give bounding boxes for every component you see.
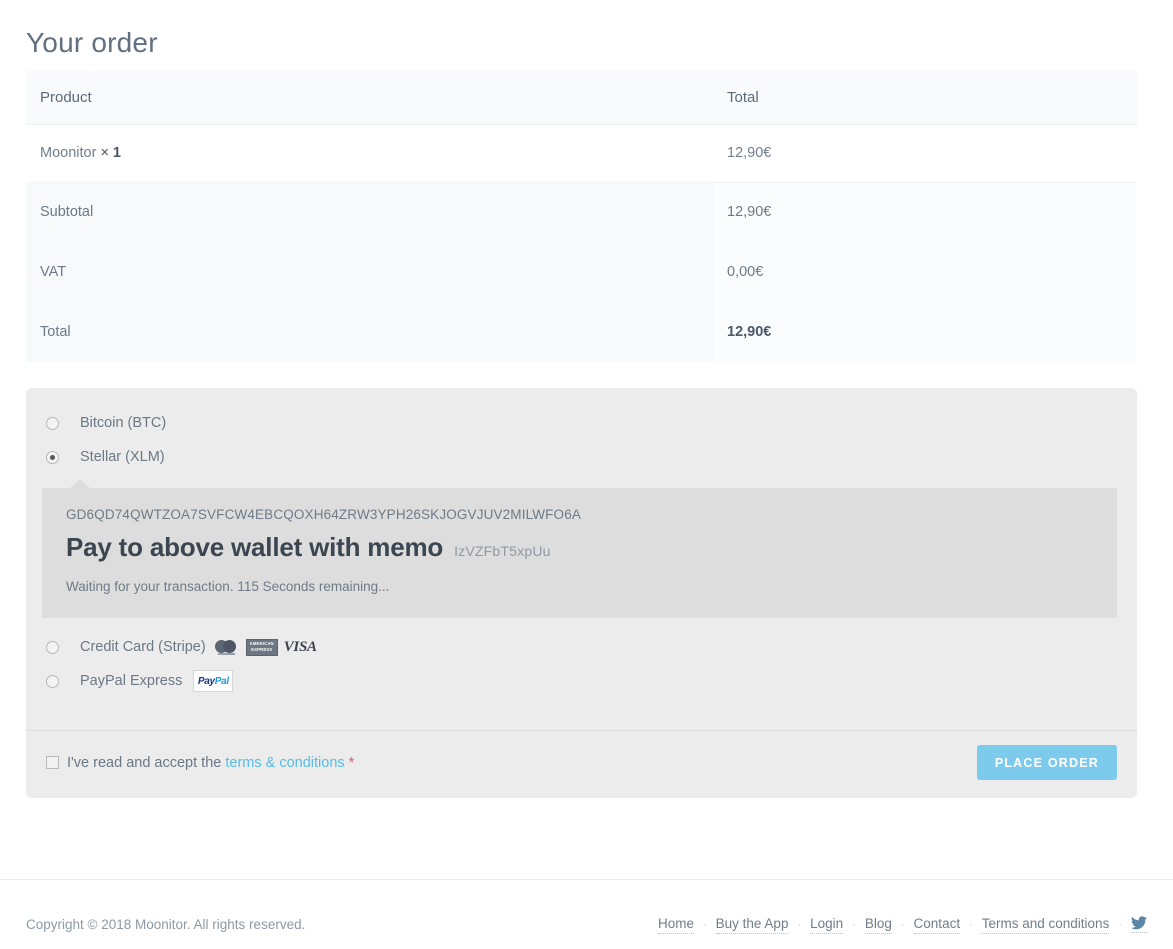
payment-methods-list-secondary: Credit Card (Stripe) AMERICAN EXPRESS VI… [26,618,1137,712]
order-table-header-row: Product Total [26,71,1137,125]
page-title: Your order [26,26,158,58]
checkout-page: Your order Product Total Moonitor × 1 12,… [0,0,1173,949]
subtotal-value: 12,90€ [713,182,1137,242]
table-row-subtotal: Subtotal 12,90€ [26,182,1137,242]
footer-separator: · [1118,918,1122,931]
payment-method-label-credit-card: Credit Card (Stripe) [80,639,206,655]
footer-separator: · [969,918,973,931]
payment-method-label-bitcoin: Bitcoin (BTC) [80,415,167,431]
table-row-total: Total 12,90€ [26,302,1137,362]
amex-icon: AMERICAN EXPRESS [245,638,278,656]
footer-links: Home · Buy the App · Login · Blog · Cont… [657,916,1147,934]
column-header-total: Total [713,71,1137,125]
footer-link-terms-and-conditions[interactable]: Terms and conditions [981,916,1110,934]
table-row-vat: VAT 0,00€ [26,242,1137,302]
payment-methods-list: Bitcoin (BTC) Stellar (XLM) [26,388,1137,474]
terms-prefix: I've read and accept the [67,755,222,771]
terms-acceptance-group[interactable]: I've read and accept the terms & conditi… [46,754,354,771]
footer-separator: · [852,918,856,931]
twitter-icon[interactable] [1131,916,1147,933]
amex-line-2: EXPRESS [251,646,273,652]
radio-paypal-icon[interactable] [46,674,59,688]
paypal-icon: Pay Pal [193,670,234,692]
total-label: Total [26,302,713,362]
payment-method-label-paypal: PayPal Express [80,673,183,689]
footer-link-blog[interactable]: Blog [864,916,892,934]
vat-value: 0,00€ [713,242,1137,302]
terms-conditions-link[interactable]: terms & conditions [225,755,344,771]
place-order-button[interactable]: PLACE ORDER [976,745,1117,780]
footer-separator: · [900,918,905,931]
item-name: Moonitor [40,145,97,161]
total-value: 12,90€ [713,302,1137,362]
terms-and-submit-row: I've read and accept the terms & conditi… [26,731,1137,798]
mastercard-icon [214,639,240,655]
pay-instruction-line: Pay to above wallet with memo IzVZFbT5xp… [66,532,1093,563]
payment-method-label-stellar: Stellar (XLM) [80,449,165,465]
footer-link-home[interactable]: Home [657,916,694,934]
item-total-cell: 12,90€ [713,124,1137,183]
footer-link-buy-the-app[interactable]: Buy the App [715,916,789,934]
page-footer: Copyright © 2018 Moonitor. All rights re… [0,900,1173,949]
radio-bitcoin-icon[interactable] [46,416,59,430]
payment-method-paypal[interactable]: PayPal Express Pay Pal [46,664,1117,698]
wallet-address[interactable]: GD6QD74QWTZOA7SVFCW4EBCQOXH64ZRW3YPH26SK… [66,507,1093,522]
stellar-payment-details-panel: GD6QD74QWTZOA7SVFCW4EBCQOXH64ZRW3YPH26SK… [42,479,1117,618]
visa-icon: VISA [283,638,317,655]
terms-text: I've read and accept the terms & conditi… [67,754,354,771]
payment-methods-panel: Bitcoin (BTC) Stellar (XLM) GD6QD74QWTZO… [26,388,1137,798]
footer-divider [0,879,1173,880]
vat-label: VAT [26,242,713,302]
amex-line-1: AMERICAN [249,641,274,646]
subtotal-label: Subtotal [26,182,713,242]
footer-link-contact[interactable]: Contact [913,916,961,934]
column-header-product: Product [26,71,713,125]
order-table-body: Moonitor × 1 12,90€ Subtotal 12,90€ VAT 0… [26,124,1137,362]
payment-method-stellar[interactable]: Stellar (XLM) [46,440,1117,474]
footer-separator: · [702,918,707,931]
table-row-item: Moonitor × 1 12,90€ [26,124,1137,183]
transaction-status-text: Waiting for your transaction. 115 Second… [66,579,390,594]
terms-checkbox[interactable] [46,756,59,769]
item-times-symbol: × [100,145,109,161]
footer-link-login[interactable]: Login [810,916,844,934]
payment-method-credit-card[interactable]: Credit Card (Stripe) AMERICAN EXPRESS VI… [46,630,1117,664]
order-table-head: Product Total [26,71,1137,125]
memo-code[interactable]: IzVZFbT5xpUu [454,543,551,559]
item-product-cell: Moonitor × 1 [26,124,713,183]
radio-stellar-icon[interactable] [46,450,59,464]
radio-credit-card-icon[interactable] [46,640,59,654]
paypal-text-pal: Pal [214,675,229,687]
footer-separator: · [797,918,802,931]
payment-method-bitcoin[interactable]: Bitcoin (BTC) [46,406,1117,440]
copyright-text: Copyright © 2018 Moonitor. All rights re… [26,917,306,932]
order-summary-table: Product Total Moonitor × 1 12,90€ Subtota… [26,71,1137,362]
pay-instruction-heading: Pay to above wallet with memo [66,532,444,562]
card-brand-icons: AMERICAN EXPRESS VISA [214,638,317,656]
item-quantity: 1 [112,145,121,161]
paypal-text-pay: Pay [197,675,215,687]
required-asterisk: * [348,754,355,771]
